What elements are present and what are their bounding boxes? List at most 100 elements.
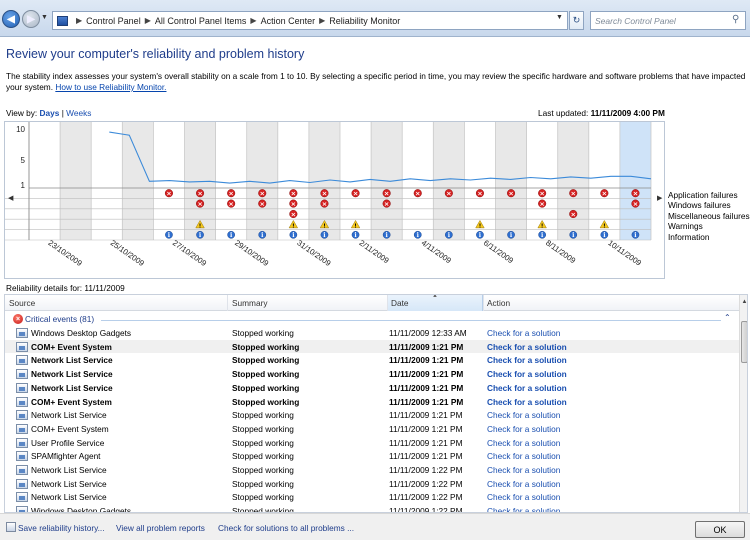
- legend-application-failures: Application failures: [668, 190, 738, 200]
- date-cell: 11/11/2009 1:21 PM: [389, 410, 463, 421]
- column-date[interactable]: Date: [391, 298, 409, 308]
- source-cell: Network List Service: [31, 492, 107, 503]
- table-row[interactable]: SPAMfighter Agent Stopped working 11/11/20…: [5, 449, 741, 463]
- table-row[interactable]: Network List Service Stopped working 11/11…: [5, 381, 741, 395]
- breadcrumb-separator: ▶: [76, 16, 83, 25]
- critical-events-group[interactable]: × Critical events (81) ⌃: [5, 313, 741, 326]
- how-to-use-link[interactable]: How to use Reliability Monitor.: [55, 82, 166, 92]
- summary-cell: Stopped working: [232, 382, 300, 393]
- column-divider[interactable]: [227, 295, 228, 311]
- stability-chart-svg[interactable]: 1051× × × × × × × × × × × × × × × ×× × × × × × × ×× ×!!!!!! !i i i…: [5, 122, 664, 278]
- back-button[interactable]: ◀: [2, 10, 20, 28]
- summary-cell: Stopped working: [232, 506, 294, 513]
- check-solution-link[interactable]: Check for a solution: [487, 397, 567, 407]
- check-solution-link[interactable]: Check for a solution: [487, 479, 560, 489]
- table-row[interactable]: COM+ Event System Stopped working 11/11/20…: [5, 395, 741, 409]
- table-row[interactable]: Windows Desktop Gadgets Stopped working 11…: [5, 326, 741, 340]
- check-solution-link[interactable]: Check for a solution: [487, 410, 560, 420]
- vertical-scrollbar[interactable]: ▲: [739, 295, 747, 512]
- address-dropdown-icon[interactable]: ▼: [556, 14, 563, 21]
- table-row[interactable]: User Profile Service Stopped working 11/11…: [5, 436, 741, 450]
- application-icon: [16, 437, 28, 448]
- date-cell: 11/11/2009 1:21 PM: [389, 355, 464, 366]
- x-tick-label: 10/11/2009: [606, 238, 643, 267]
- chart-legend: Application failures Windows failures Mi…: [668, 190, 750, 242]
- check-solution-link[interactable]: Check for a solution: [487, 355, 567, 365]
- search-input[interactable]: Search Control Panel: [590, 11, 746, 30]
- check-solution-link[interactable]: Check for a solution: [487, 465, 560, 475]
- table-row[interactable]: Network List Service Stopped working 11/11…: [5, 367, 741, 381]
- table-row[interactable]: Network List Service Stopped working 11/11…: [5, 408, 741, 422]
- recent-pages-dropdown[interactable]: ▼: [41, 14, 48, 21]
- table-header: Source Summary Date ▲ Action: [5, 295, 747, 311]
- table-row[interactable]: COM+ Event System Stopped working 11/11/20…: [5, 339, 741, 354]
- view-reports-link[interactable]: View all problem reports: [116, 523, 205, 533]
- check-solution-link[interactable]: Check for a solution: [487, 438, 560, 448]
- collapse-chevron-icon[interactable]: ⌃: [724, 313, 731, 322]
- x-tick-label: 4/11/2009: [420, 238, 453, 265]
- chart-column: [29, 122, 61, 240]
- date-cell: 11/11/2009 1:21 PM: [389, 341, 464, 352]
- error-icon-glyph: ×: [197, 200, 202, 208]
- stability-chart[interactable]: 10 5 1 × × × × × × × × × × × × × × × × × × × × × × × × × ×!!!!!!! i i i…: [4, 121, 665, 279]
- table-row[interactable]: Network List Service Stopped working 11/11…: [5, 463, 741, 477]
- source-cell: Windows Desktop Gadgets: [31, 328, 132, 338]
- column-action[interactable]: Action: [487, 298, 510, 308]
- chart-column: [215, 122, 247, 240]
- scroll-left-icon[interactable]: ◀: [8, 194, 13, 202]
- check-solution-link[interactable]: Check for a solution: [487, 328, 560, 338]
- search-icon[interactable]: ⚲: [732, 14, 739, 25]
- check-solution-link[interactable]: Check for a solution: [487, 492, 560, 502]
- check-solution-link[interactable]: Check for a solution: [487, 369, 567, 379]
- check-solution-link[interactable]: Check for a solution: [487, 451, 560, 461]
- breadcrumb-control-panel[interactable]: Control Panel: [86, 16, 141, 26]
- column-source[interactable]: Source: [9, 298, 35, 308]
- table-row[interactable]: Network List Service Stopped working 11/11…: [5, 477, 741, 491]
- application-icon: [16, 492, 28, 503]
- summary-cell: Stopped working: [232, 437, 294, 448]
- forward-button[interactable]: ▶: [22, 10, 40, 28]
- x-tick-label: 25/10/2009: [109, 238, 146, 268]
- error-icon-glyph: ×: [571, 210, 576, 218]
- breadcrumb-action-center[interactable]: Action Center: [261, 16, 316, 26]
- chart-column: [495, 122, 527, 240]
- x-tick-label: 27/10/2009: [171, 238, 208, 268]
- error-icon-glyph: ×: [260, 200, 265, 208]
- check-solution-link[interactable]: Check for a solution: [487, 506, 560, 512]
- source-cell: COM+ Event System: [31, 341, 112, 352]
- table-row[interactable]: Network List Service Stopped working 11/11…: [5, 353, 741, 367]
- check-solution-link[interactable]: Check for a solution: [487, 424, 560, 434]
- view-weeks-link[interactable]: Weeks: [66, 108, 91, 118]
- breadcrumb-reliability-monitor[interactable]: Reliability Monitor: [329, 16, 400, 26]
- application-icon: [16, 328, 28, 338]
- table-row[interactable]: Network List Service Stopped working 11/11…: [5, 490, 741, 504]
- source-cell: Network List Service: [31, 465, 107, 475]
- check-solution-link[interactable]: Check for a solution: [487, 383, 567, 393]
- check-solutions-link[interactable]: Check for solutions to all problems ...: [218, 523, 354, 533]
- source-cell: Network List Service: [31, 355, 113, 366]
- x-tick-label: 29/10/2009: [233, 238, 270, 268]
- application-icon: [16, 478, 28, 489]
- column-divider[interactable]: [483, 295, 484, 311]
- table-row[interactable]: Windows Desktop Gadgets Stopped working 11…: [5, 504, 741, 513]
- date-cell: 11/11/2009 1:21 PM: [389, 369, 464, 380]
- scrollbar-thumb[interactable]: [741, 321, 747, 363]
- check-solution-link[interactable]: Check for a solution: [487, 342, 567, 352]
- save-history-link[interactable]: Save reliability history...: [18, 523, 105, 533]
- view-days-link[interactable]: Days: [40, 108, 60, 118]
- scroll-right-icon[interactable]: ▶: [657, 194, 662, 202]
- column-summary[interactable]: Summary: [232, 298, 268, 308]
- refresh-button[interactable]: ↻: [569, 11, 584, 30]
- page-title: Review your computer's reliability and p…: [6, 47, 305, 61]
- breadcrumb-all-items[interactable]: All Control Panel Items: [155, 16, 247, 26]
- column-divider[interactable]: [387, 295, 388, 311]
- ok-button[interactable]: OK: [695, 521, 745, 538]
- critical-events-label[interactable]: Critical events (81): [25, 314, 94, 324]
- group-divider: [101, 320, 721, 321]
- address-bar[interactable]: ▶ Control Panel ▶ All Control Panel Item…: [52, 11, 568, 30]
- table-row[interactable]: COM+ Event System Stopped working 11/11/20…: [5, 422, 741, 436]
- error-icon-glyph: ×: [602, 190, 607, 198]
- error-icon-glyph: ×: [322, 190, 327, 198]
- error-icon-glyph: ×: [415, 190, 420, 198]
- scroll-up-icon[interactable]: ▲: [740, 295, 747, 309]
